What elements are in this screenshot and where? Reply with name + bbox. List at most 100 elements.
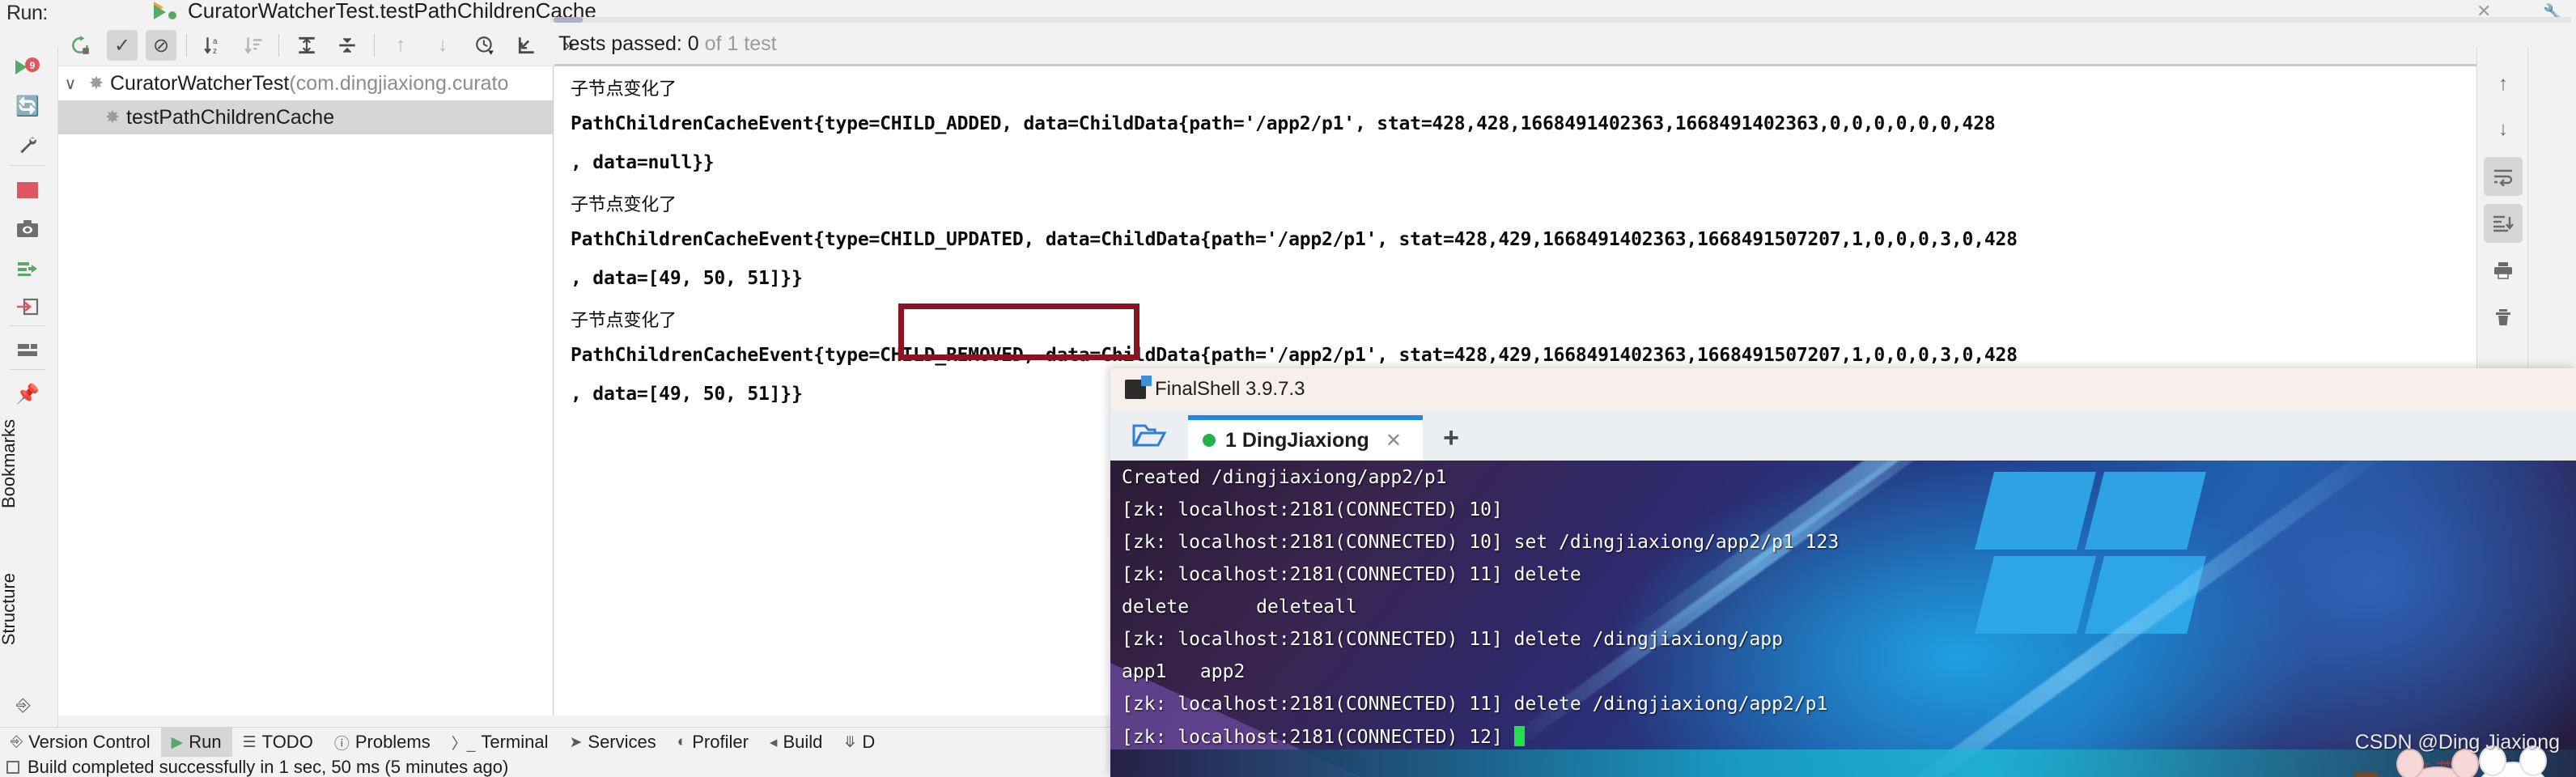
collapse-all-icon [339,37,355,53]
finalshell-title-bar[interactable]: FinalShell 3.9.7.3 [1110,368,2576,410]
tool-window-label: Build [783,732,823,752]
pin-tab-icon[interactable]: 📌 [6,374,49,414]
tool-window-label: Profiler [692,732,749,752]
wallpaper-shape [2085,472,2206,550]
console-line: PathChildrenCacheEvent{type=CHILD_ADDED,… [571,113,1996,134]
build-status-icon [6,760,19,774]
console-line: 子节点变化了 [571,195,677,215]
finalshell-session-tab[interactable]: 1 DingJiaxiong ✕ [1188,415,1423,461]
child-removed-highlight-annotation [898,304,1139,360]
stop-icon[interactable] [6,170,49,210]
tool-window-button-todo[interactable]: ☰ TODO [232,728,324,758]
console-line: , data=[49, 50, 51]}} [571,268,803,289]
sort-alphabetically-button[interactable]: a z [197,30,228,61]
tool-window-button-problems[interactable]: ⓘ Problems [324,728,441,758]
tree-row-test-method[interactable]: ✸ testPathChildrenCache [58,100,553,134]
export-to-file-icon[interactable] [6,287,49,327]
previous-failed-test-button[interactable]: ↑ [385,30,416,61]
clear-all-icon[interactable] [2484,298,2523,337]
console-line: , data=null}} [571,152,715,173]
thread-dump-icon[interactable] [6,248,49,288]
open-folder-icon[interactable] [1110,410,1188,461]
finalshell-title-text: FinalShell 3.9.7.3 [1155,378,1305,400]
tool-window-button-run[interactable]: ▶ Run [160,727,232,758]
collapse-all-button[interactable] [332,30,363,61]
tool-window-button-dependencies[interactable]: ⤋ D [833,728,885,758]
pink-bear-mascot: ∧ ∧ [2387,749,2489,777]
finalshell-app-icon [1125,376,1152,399]
build-status-text: Build completed successfully in 1 sec, 5… [28,756,509,777]
terminal-line: delete deleteall [1122,597,1357,618]
tool-window-button-profiler[interactable]: ◐ Profiler [667,728,759,758]
tests-tree-panel: ∨ ✸ CuratorWatcherTest (com.dingjiaxiong… [58,66,554,715]
run-tab-title[interactable]: CuratorWatcherTest.testPathChildrenCache [188,0,596,23]
finalshell-tab-bar: 1 DingJiaxiong ✕ + [1110,410,2576,461]
print-icon[interactable] [2484,251,2523,290]
todo-list-icon: ☰ [242,733,257,751]
terminal-line: [zk: localhost:2181(CONNECTED) 11] delet… [1122,564,1581,585]
scroll-down-icon[interactable]: ↓ [2484,110,2523,149]
tests-passed-status: Tests passed: 0 of 1 test [558,32,777,56]
tool-window-button-version-control[interactable]: ⎆ Version Control [0,728,161,758]
screenshot-camera-icon[interactable] [6,209,49,249]
svg-text:z: z [213,47,217,56]
horizontal-scrollbar-track[interactable] [550,17,2571,23]
tool-window-label: D [862,732,876,752]
rerun-tests-button[interactable] [65,30,95,61]
new-tab-button[interactable]: + [1423,415,1479,461]
csdn-watermark: CSDN @Ding Jiaxiong [2354,731,2560,754]
terminal-line: [zk: localhost:2181(CONNECTED) 11] delet… [1122,694,1828,715]
finalshell-terminal[interactable]: Created /dingjiaxiong/app2/p1 [zk: local… [1110,461,2576,777]
scroll-up-icon[interactable]: ↑ [2484,65,2523,104]
test-history-button[interactable] [469,30,500,61]
run-tool-window-left-rail: 9 🔄 📌 Bookmarks Structure ⎆ [0,47,58,727]
scroll-to-end-icon[interactable] [2484,204,2523,243]
test-history-icon [476,36,494,55]
tool-window-button-terminal[interactable]: 〉_ Terminal [441,728,559,758]
terminal-cursor [1513,726,1525,746]
close-tab-icon[interactable]: ✕ [1386,429,1402,452]
terminal-line: [zk: localhost:2181(CONNECTED) 10] set /… [1122,532,1840,553]
tests-total-count: of 1 test [698,32,777,55]
branch-icon: ⎆ [11,733,23,750]
test-runner-toolbar: ✓ ⊘ a z ↑ ↓ » [58,24,2576,66]
expand-all-button[interactable] [291,30,322,61]
horizontal-scrollbar-thumb[interactable] [554,17,583,23]
next-failed-test-button[interactable]: ↓ [427,30,458,61]
tool-window-label: Terminal [481,732,549,752]
finalshell-window[interactable]: FinalShell 3.9.7.3 1 DingJiaxiong ✕ + Cr… [1110,368,2576,777]
import-test-results-button[interactable] [511,30,542,61]
terminal-line-prompt: [zk: localhost:2181(CONNECTED) 12] [1122,726,1525,748]
run-with-errors-icon[interactable]: 9 [6,47,49,87]
sort-alphabetically-icon: a z [204,37,218,56]
tool-window-label: TODO [261,732,313,752]
structure-tool-window-button[interactable]: Structure [0,573,19,645]
wallpaper-shape [1975,472,2096,550]
chevron-down-icon[interactable]: ∨ [58,74,83,94]
services-icon: ➤ [569,733,583,751]
toolbar-divider [374,34,375,57]
layout-icon[interactable] [6,330,49,371]
tree-row-root[interactable]: ∨ ✸ CuratorWatcherTest (com.dingjiaxiong… [58,66,553,100]
run-configuration-icon [154,0,193,23]
sort-by-duration-button[interactable] [238,30,269,61]
ide-window: Run: CuratorWatcherTest.testPathChildren… [0,0,2576,777]
rerun-automatically-icon[interactable]: 🔄 [6,86,49,126]
settings-wrench-icon[interactable] [6,125,49,165]
run-tool-window-header: Run: CuratorWatcherTest.testPathChildren… [0,0,2576,24]
show-ignored-tests-button[interactable]: ⊘ [146,30,176,61]
svg-text:9: 9 [30,60,36,71]
console-line: , data=[49, 50, 51]}} [571,384,803,405]
svg-text:a: a [213,37,218,46]
rail-divider [10,369,45,370]
tool-window-button-services[interactable]: ➤ Services [558,728,666,758]
bookmarks-tool-window-button[interactable]: Bookmarks [0,419,19,508]
show-passed-tests-button[interactable]: ✓ [107,30,138,61]
tool-window-button-build[interactable]: ◂ Build [759,728,833,758]
sort-by-duration-icon [244,37,262,54]
tool-window-label: Run [189,732,222,752]
running-dot-icon [168,11,176,19]
console-line: PathChildrenCacheEvent{type=CHILD_REMOVE… [571,345,2018,366]
version-control-branch-icon[interactable]: ⎆ [16,694,31,715]
soft-wrap-icon[interactable] [2484,157,2523,196]
